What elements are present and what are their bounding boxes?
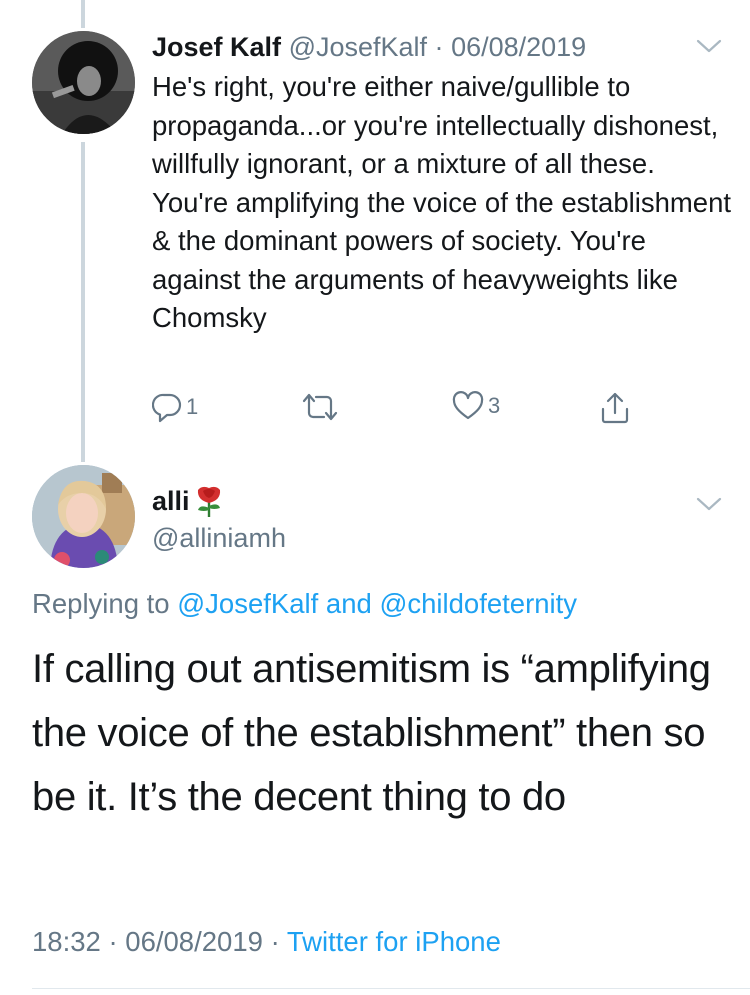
- tweet1-handle[interactable]: @JosefKalf: [289, 32, 427, 62]
- reply-mention-childofeternity[interactable]: @childofeternity: [379, 588, 577, 619]
- tweet2-meta: 18:32 · 06/08/2019 · Twitter for iPhone: [32, 924, 501, 960]
- tweet2-handle[interactable]: @alliniamh: [152, 521, 286, 555]
- tweet2-source[interactable]: Twitter for iPhone: [287, 926, 501, 957]
- like-count: 3: [488, 393, 501, 418]
- reply-count: 1: [186, 394, 199, 419]
- replying-prefix: Replying to: [32, 588, 170, 619]
- tweet2-date: 06/08/2019: [125, 926, 263, 957]
- reply-and[interactable]: and: [326, 588, 372, 619]
- tweet2-separator2: ·: [270, 926, 280, 957]
- reply-bubble-icon: [152, 393, 182, 423]
- thread-line-top: [81, 0, 85, 28]
- tweet1-separator: ·: [434, 32, 444, 62]
- tweet1-actions: 1 3: [0, 391, 750, 427]
- chevron-down-icon[interactable]: [696, 38, 722, 54]
- tweet2-time: 18:32: [32, 926, 101, 957]
- heart-icon: [452, 391, 484, 420]
- rose-icon: [197, 486, 220, 517]
- josef-avatar[interactable]: [32, 31, 135, 134]
- tweet2-name[interactable]: alli: [152, 484, 224, 518]
- share-icon: [601, 392, 629, 424]
- tweet1-name[interactable]: Josef Kalf: [152, 32, 281, 62]
- tweet2-name-text: alli: [152, 486, 190, 516]
- tweet2-text: If calling out antisemitism is “amplifyi…: [32, 647, 711, 819]
- divider: [32, 988, 750, 989]
- retweet-button[interactable]: [300, 391, 340, 423]
- tweet1-header: Josef Kalf @JosefKalf · 06/08/2019: [152, 30, 586, 64]
- replying-to: Replying to @JosefKalf and @childofetern…: [32, 586, 577, 622]
- alli-avatar[interactable]: [32, 465, 135, 568]
- reply-button[interactable]: 1: [152, 391, 198, 423]
- tweet1-text: He's right, you're either naive/gullible…: [152, 71, 732, 333]
- retweet-icon: [302, 393, 338, 421]
- like-button[interactable]: 3: [452, 391, 500, 421]
- chevron-down-icon[interactable]: [696, 496, 722, 512]
- reply-mention-josef[interactable]: @JosefKalf: [177, 588, 318, 619]
- tweet2-separator: ·: [108, 926, 118, 957]
- share-button[interactable]: [599, 391, 631, 425]
- tweet1-date[interactable]: 06/08/2019: [451, 32, 586, 62]
- thread-line: [81, 142, 85, 462]
